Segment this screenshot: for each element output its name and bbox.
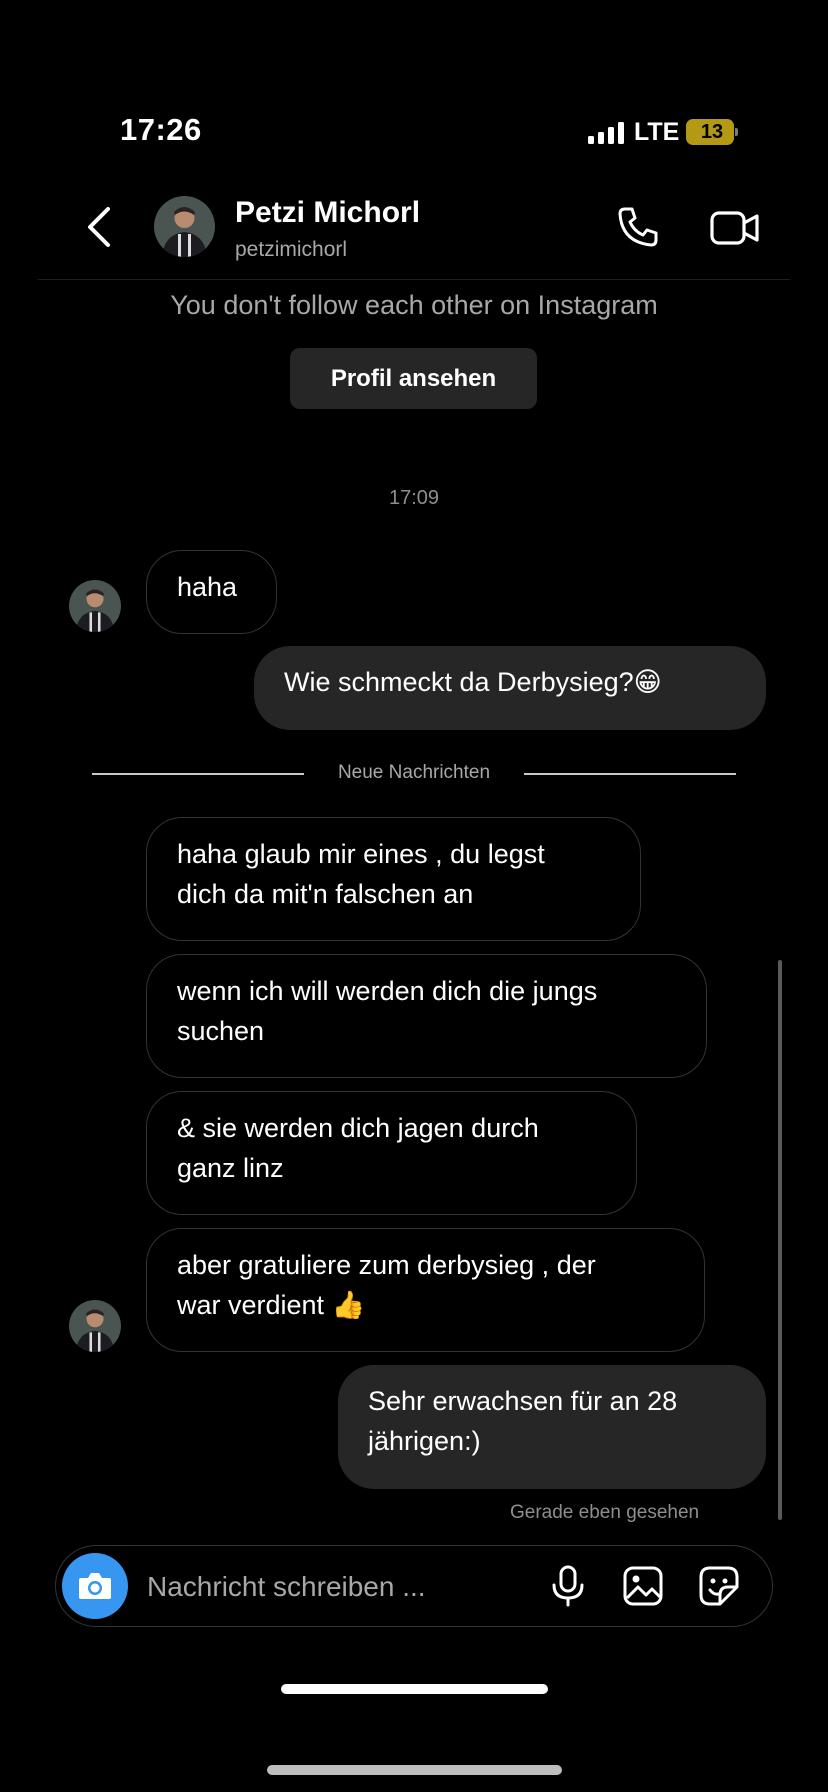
message-bubble-outgoing[interactable]: Sehr erwachsen für an 28 jährigen:) <box>338 1365 766 1489</box>
message-line: wenn ich will werden dich die jungs <box>177 976 598 1006</box>
message-bubble-outgoing[interactable]: Wie schmeckt da Derbysieg?😁 <box>254 646 766 730</box>
network-label: LTE <box>634 118 680 146</box>
seen-status: Gerade eben gesehen <box>510 1502 700 1523</box>
divider-line <box>524 773 736 775</box>
home-indicator <box>281 1684 548 1694</box>
battery-icon: 13 <box>686 119 738 145</box>
message-line: aber gratuliere zum derbysieg , der <box>177 1250 596 1280</box>
image-icon[interactable] <box>622 1565 664 1607</box>
message-bubble-incoming[interactable]: haha <box>146 550 277 634</box>
message-line: haha glaub mir eines , du legst <box>177 839 545 869</box>
status-time: 17:26 <box>120 112 202 147</box>
header-divider <box>38 279 790 280</box>
new-messages-label: Neue Nachrichten <box>337 762 491 783</box>
camera-icon <box>79 1573 111 1599</box>
message-line: war verdient 👍 <box>177 1290 366 1320</box>
divider-line <box>92 773 304 775</box>
video-camera-icon[interactable] <box>710 208 760 248</box>
chevron-left-icon[interactable] <box>84 205 114 249</box>
message-timestamp: 17:09 <box>388 487 440 509</box>
message-text: haha <box>177 572 238 602</box>
message-line: Sehr erwachsen für an 28 <box>368 1386 678 1416</box>
message-bubble-incoming[interactable]: aber gratuliere zum derbysieg , der war … <box>146 1228 705 1352</box>
message-bubble-incoming[interactable]: haha glaub mir eines , du legst dich da … <box>146 817 641 941</box>
message-line: & sie werden dich jagen durch <box>177 1113 539 1143</box>
camera-button[interactable] <box>62 1553 128 1619</box>
sticker-icon[interactable] <box>698 1565 740 1607</box>
home-indicator <box>267 1765 562 1775</box>
signal-icon <box>588 122 624 144</box>
battery-level: 13 <box>700 121 724 143</box>
scrollbar[interactable] <box>778 960 782 1520</box>
view-profile-button[interactable]: Profil ansehen <box>290 348 537 409</box>
avatar[interactable] <box>69 1300 121 1352</box>
chat-username: petzimichorl <box>235 238 348 261</box>
message-input[interactable]: Nachricht schreiben ... <box>147 1571 426 1603</box>
phone-icon[interactable] <box>616 205 660 249</box>
message-bubble-incoming[interactable]: wenn ich will werden dich die jungs such… <box>146 954 707 1078</box>
follow-note: You don't follow each other on Instagram <box>170 290 658 320</box>
message-line: suchen <box>177 1016 265 1046</box>
chat-title[interactable]: Petzi Michorl <box>235 196 420 230</box>
message-bubble-incoming[interactable]: & sie werden dich jagen durch ganz linz <box>146 1091 637 1215</box>
avatar[interactable] <box>154 196 215 257</box>
message-line: ganz linz <box>177 1153 284 1183</box>
microphone-icon[interactable] <box>550 1565 586 1607</box>
message-text: Wie schmeckt da Derbysieg?😁 <box>284 667 662 697</box>
avatar[interactable] <box>69 580 121 632</box>
message-line: dich da mit'n falschen an <box>177 879 474 909</box>
message-line: jährigen:) <box>368 1426 481 1456</box>
